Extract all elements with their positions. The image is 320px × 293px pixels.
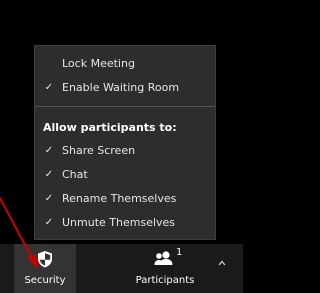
menu-item-chat[interactable]: ✓ Chat xyxy=(35,165,215,185)
zoom-screen: Lock Meeting ✓ Enable Waiting Room Allow… xyxy=(0,0,243,293)
checkmark-icon: ✓ xyxy=(44,82,54,93)
participants-label: Participants xyxy=(135,275,195,286)
menu-item-label: Unmute Themselves xyxy=(62,216,176,229)
security-label: Security xyxy=(24,275,66,286)
security-button[interactable]: Security xyxy=(14,244,76,293)
chevron-up-icon[interactable] xyxy=(217,258,227,268)
checkmark-icon: ✓ xyxy=(44,193,54,204)
checkmark-icon: ✓ xyxy=(44,217,54,228)
shield-icon xyxy=(38,251,52,268)
menu-item-label: Lock Meeting xyxy=(62,57,135,70)
participants-button[interactable]: 1 Participants xyxy=(125,244,205,293)
menu-item-label: Rename Themselves xyxy=(62,192,177,205)
meeting-toolbar: Security 1 Participants xyxy=(0,244,243,293)
checkmark-icon: ✓ xyxy=(44,169,54,180)
menu-item-share-screen[interactable]: ✓ Share Screen xyxy=(35,141,215,161)
security-menu: Lock Meeting ✓ Enable Waiting Room Allow… xyxy=(34,45,216,240)
menu-item-enable-waiting-room[interactable]: ✓ Enable Waiting Room xyxy=(35,78,215,98)
menu-item-label: Share Screen xyxy=(62,144,136,157)
allow-participants-header: Allow participants to: xyxy=(43,121,177,134)
participants-count: 1 xyxy=(176,247,183,258)
menu-item-lock-meeting[interactable]: Lock Meeting xyxy=(35,54,215,74)
participants-icon xyxy=(154,251,173,265)
menu-item-rename-themselves[interactable]: ✓ Rename Themselves xyxy=(35,189,215,209)
checkmark-icon: ✓ xyxy=(44,145,54,156)
menu-item-label: Enable Waiting Room xyxy=(62,81,180,94)
menu-item-unmute-themselves[interactable]: ✓ Unmute Themselves xyxy=(35,213,215,233)
menu-divider xyxy=(35,106,215,107)
menu-item-label: Chat xyxy=(62,168,88,181)
